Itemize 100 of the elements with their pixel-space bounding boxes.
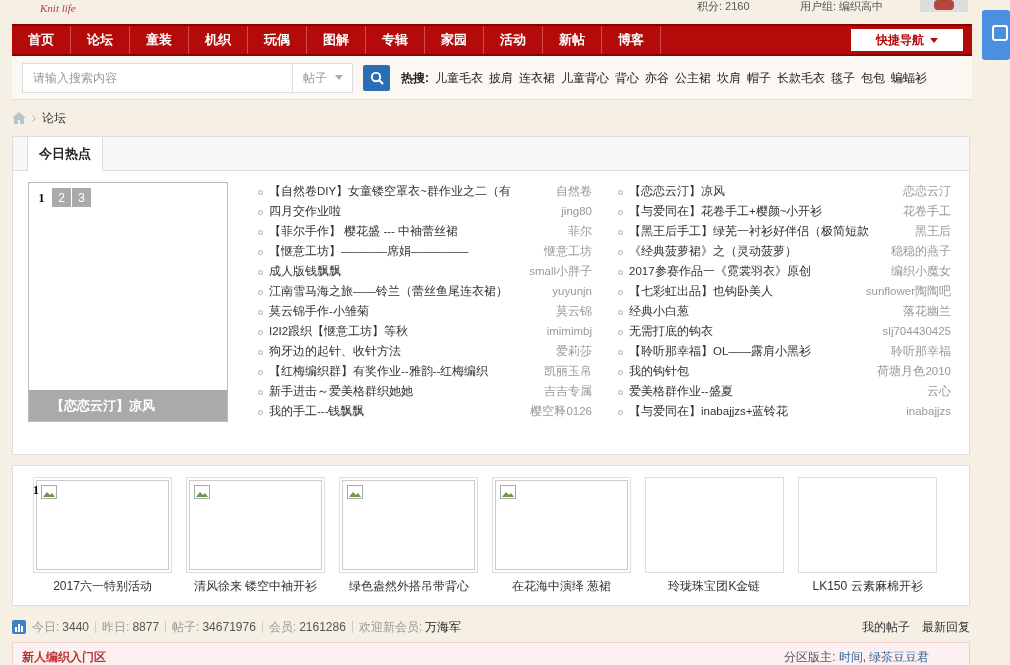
hot-search-link[interactable]: 公主裙 — [675, 68, 711, 87]
hot-search-link[interactable]: 坎肩 — [717, 68, 741, 87]
hot-search-link[interactable]: 连衣裙 — [519, 68, 555, 87]
thread-link[interactable]: 2017参赛作品一《霓裳羽衣》原创 — [629, 263, 811, 281]
thumbnail-caption[interactable]: 玲珑珠宝团K金链 — [668, 577, 761, 595]
hot-search-link[interactable]: 帽子 — [747, 68, 771, 87]
thumbnail-frame[interactable] — [645, 477, 784, 573]
thread-link[interactable]: 【聆听那幸福】OL——露肩小黑衫 — [629, 343, 812, 361]
logo-text[interactable]: Knit life — [40, 1, 76, 15]
thread-link[interactable]: 经典小白葱 — [629, 303, 689, 321]
stats-link[interactable]: 最新回复 — [922, 618, 970, 636]
thumbnail-caption[interactable]: LK150 云素麻棉开衫 — [812, 577, 923, 595]
broken-image-icon — [347, 485, 363, 499]
nav-link[interactable]: 论坛 — [71, 26, 130, 54]
caret-icon — [334, 75, 343, 80]
thread-link[interactable]: 【红梅编织群】有奖作业--雅韵--红梅编织 — [269, 363, 489, 381]
stats-icon — [12, 620, 26, 634]
bullet-icon — [258, 209, 263, 215]
bullet-icon — [258, 369, 263, 375]
bullet-icon — [618, 289, 623, 295]
nav-link[interactable]: 家园 — [425, 26, 484, 54]
nav-link[interactable]: 玩偶 — [248, 26, 307, 54]
bullet-icon — [618, 189, 623, 195]
moderator-link[interactable]: 绿茶豆豆君 — [869, 648, 929, 665]
nav-link[interactable]: 图解 — [307, 26, 366, 54]
hot-search-link[interactable]: 背心 — [615, 68, 639, 87]
thread-link[interactable]: 四月交作业啦 — [269, 203, 341, 221]
bullet-icon — [258, 289, 263, 295]
bullet-icon — [618, 329, 623, 335]
avatar-icon[interactable] — [920, 0, 968, 12]
moderator-label: 分区版主: — [784, 649, 836, 665]
nav-link[interactable]: 首页 — [12, 26, 71, 54]
welcome-label: 欢迎新会员: — [358, 619, 423, 636]
moderator-link[interactable]: 时间 — [838, 648, 863, 665]
broken-image-icon — [41, 485, 57, 499]
thread-link[interactable]: 【与爱同在】花卷手工+樱颜~小开衫 — [629, 203, 823, 221]
thread-link[interactable]: 成人版钱飘飘 — [269, 263, 341, 281]
stat-value: 3440 — [62, 619, 90, 636]
thread-link[interactable]: 无需打底的钩衣 — [629, 323, 713, 341]
search-button[interactable] — [363, 64, 390, 91]
nav-link[interactable]: 博客 — [602, 26, 661, 54]
chevron-icon — [32, 114, 36, 122]
bullet-icon — [258, 269, 263, 275]
thread-link[interactable]: 【自然卷DIY】女童镂空罩衣~群作业之二（有 — [269, 183, 511, 201]
hot-search-link[interactable]: 长款毛衣 — [777, 68, 825, 87]
thread-link[interactable]: 狗牙边的起针、收针方法 — [269, 343, 401, 361]
hot-search-link[interactable]: 亦谷 — [645, 68, 669, 87]
nav-link[interactable]: 机织 — [189, 26, 248, 54]
search-icon — [369, 70, 384, 85]
thread-link[interactable]: 莫云锦手作-小雏菊 — [269, 303, 369, 321]
bullet-icon — [618, 309, 623, 315]
bullet-icon — [258, 409, 263, 415]
thread-link[interactable]: 我的钩针包 — [629, 363, 689, 381]
slide-page-button[interactable]: 1 — [32, 188, 51, 207]
hot-search-link[interactable]: 披肩 — [489, 68, 513, 87]
thread-link[interactable]: 【菲尔手作】 樱花盛 --- 中袖蕾丝裙 — [269, 223, 459, 241]
stat-value: 2161286 — [299, 619, 346, 636]
panel-tab[interactable]: 今日热点 — [27, 137, 103, 171]
stat-value: 8877 — [132, 619, 160, 636]
search-field[interactable]: 请输入搜索内容 — [22, 62, 293, 93]
broken-image-icon — [500, 485, 516, 499]
thread-link[interactable]: 江南雪马海之旅——铃兰（蕾丝鱼尾连衣裙） — [269, 283, 508, 301]
hot-search-link[interactable]: 毯子 — [831, 68, 855, 87]
calendar-icon[interactable] — [982, 10, 1010, 60]
bullet-icon — [618, 409, 623, 415]
nav-link[interactable]: 活动 — [484, 26, 543, 54]
user-group-text: 用户组: 编织高中 — [800, 0, 884, 12]
thumbnail-caption[interactable]: 2017六一特别活动 — [53, 577, 152, 595]
home-icon[interactable] — [12, 112, 26, 124]
thread-link[interactable]: I2I2跟织【惬意工坊】等秋 — [269, 323, 409, 341]
thread-link[interactable]: 【恋恋云汀】凉风 — [629, 183, 725, 201]
thread-link[interactable]: 【与爱同在】inabajjzs+蓝铃花 — [629, 403, 789, 421]
stat-value: 34671976 — [202, 619, 256, 636]
thread-link[interactable]: 爱美格群作业--盛夏 — [629, 383, 733, 401]
thread-link[interactable]: 我的手工---钱飘飘 — [269, 403, 365, 421]
nav-link[interactable]: 童装 — [130, 26, 189, 54]
thread-link[interactable]: 【七彩虹出品】也钩卧美人 — [629, 283, 773, 301]
thread-link[interactable]: 【惬意工坊】————席娟————— — [269, 243, 469, 261]
hot-search-link[interactable]: 蝙蝠衫 — [891, 68, 927, 87]
stats-link[interactable]: 我的帖子 — [862, 618, 910, 636]
bullet-icon — [618, 369, 623, 375]
stat-label: 昨日: — [102, 619, 130, 636]
thumbnail-caption[interactable]: 绿色盎然外搭吊带背心 — [348, 577, 469, 595]
quick-nav-button[interactable]: 快捷导航 — [851, 29, 963, 51]
new-member-link[interactable]: 万海军 — [425, 618, 462, 636]
section-title[interactable]: 新人编织入门区 — [22, 648, 106, 665]
hot-search-link[interactable]: 包包 — [861, 68, 885, 87]
hot-search-label: 热搜: — [401, 69, 429, 87]
nav-link[interactable]: 新帖 — [543, 26, 602, 54]
points-text: 积分: 2160 — [697, 0, 750, 12]
thread-link[interactable]: 【黑王后手工】绿芜一衬衫好伴侣（极简短款 — [629, 223, 869, 241]
thumbnail-caption[interactable]: 清风徐来 镂空中袖开衫 — [193, 577, 318, 595]
hot-search-link[interactable]: 儿童背心 — [561, 68, 609, 87]
thumbnail-frame[interactable] — [798, 477, 937, 573]
nav-link[interactable]: 专辑 — [366, 26, 425, 54]
breadcrumb-link[interactable]: 论坛 — [42, 109, 66, 127]
hot-search-link[interactable]: 儿童毛衣 — [435, 68, 483, 87]
thread-link[interactable]: 新手进击～爱美格群织她她 — [269, 383, 413, 401]
thumbnail-caption[interactable]: 在花海中演绎 葱裙 — [511, 577, 612, 595]
thread-link[interactable]: 《经典菠萝裙》之（灵动菠萝） — [629, 243, 797, 261]
